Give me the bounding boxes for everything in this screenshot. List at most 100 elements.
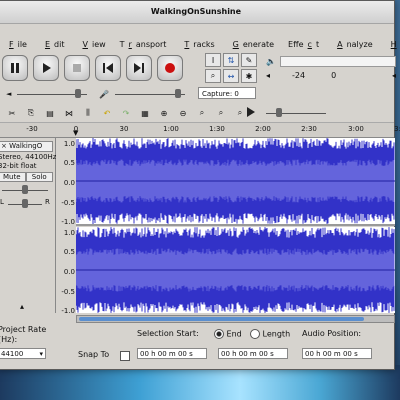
track-control-panel: × WalkingO Stereo, 44100Hz 32-bit float … (0, 138, 56, 313)
selection-end-field[interactable]: 00 h 00 m 00 s (218, 348, 288, 359)
scroll-thumb[interactable] (79, 317, 365, 321)
transport-toolbar (2, 55, 183, 81)
zoom-in-button[interactable]: ⊕ (156, 106, 172, 120)
zoom-tool[interactable]: ⌕ (205, 69, 221, 83)
multi-tool[interactable]: ✱ (241, 69, 257, 83)
waveform-area[interactable] (76, 138, 395, 313)
snap-to-checkbox[interactable] (120, 351, 130, 361)
play-speed-slider[interactable] (266, 108, 326, 117)
speaker-icon: 🔈 (266, 57, 276, 66)
menu-item-3[interactable]: Tr ansport (113, 40, 174, 49)
sync-lock-icon: ▦ (141, 108, 149, 118)
skip-to-end-button[interactable] (126, 55, 152, 81)
meter-toolbar: 🔈 ◂ -24 0 ◂ (266, 55, 396, 83)
collapse-icon[interactable]: ▴ (20, 302, 24, 311)
amplitude-label: 0.0 (63, 179, 75, 187)
pan-left-label: L (0, 198, 4, 206)
capture-select[interactable]: Capture: 0 (198, 87, 256, 99)
fit-project-button[interactable]: ⌕ (213, 106, 229, 120)
desktop-taskbar-glow (0, 365, 400, 400)
menu-item-8[interactable]: Help (380, 40, 400, 49)
draw-tool[interactable]: ✎ (241, 53, 257, 67)
skip-end-icon (134, 63, 144, 73)
ruler-tick-label: 1:00 (163, 125, 179, 133)
fit-selection-icon: ⌕ (199, 108, 205, 117)
track-name-menu[interactable]: × WalkingO (0, 141, 53, 152)
stop-button[interactable] (64, 55, 90, 81)
asterisk-icon: ✱ (245, 71, 253, 81)
input-volume-slider[interactable] (115, 89, 186, 98)
length-radio[interactable] (250, 329, 260, 339)
sync-lock-button[interactable]: ▦ (137, 106, 153, 120)
copy-icon: ⎘ (27, 108, 35, 117)
pencil-icon: ✎ (245, 55, 253, 65)
skip-to-start-button[interactable] (95, 55, 121, 81)
menu-item-5[interactable]: Generate (222, 40, 281, 49)
menu-item-0[interactable]: File (0, 40, 34, 49)
track-gain-slider[interactable] (2, 185, 48, 194)
silence-button[interactable]: ⫼ (80, 106, 96, 120)
output-volume-slider[interactable] (17, 89, 88, 98)
redo-button[interactable]: ↷ (118, 106, 134, 120)
selection-start-field[interactable]: 00 h 00 m 00 s (137, 348, 207, 359)
amplitude-label: 0.5 (63, 248, 75, 256)
menu-item-2[interactable]: View (71, 40, 112, 49)
cut-button[interactable]: ✂ (4, 106, 20, 120)
zoom-toggle-icon: ⌕ (237, 108, 243, 117)
close-icon: × (1, 142, 7, 150)
project-rate-select[interactable]: 44100 ▾ (0, 348, 46, 359)
track-bitdepth: 32-bit float (0, 162, 37, 170)
menu-item-7[interactable]: Analyze (326, 40, 380, 49)
track-name: WalkingO (9, 142, 43, 150)
end-radio[interactable] (214, 329, 224, 339)
envelope-tool[interactable]: ⇅ (223, 53, 239, 67)
horizontal-scrollbar[interactable] (76, 315, 395, 323)
amplitude-label: 0.0 (63, 268, 75, 276)
paste-button[interactable]: ▤ (42, 106, 58, 120)
undo-button[interactable]: ↶ (99, 106, 115, 120)
play-icon (247, 107, 255, 117)
fit-selection-button[interactable]: ⌕ (194, 106, 210, 120)
mic-icon: 🎤 (99, 89, 110, 99)
waveform-right-channel[interactable] (76, 227, 395, 313)
length-radio-group: Length (250, 329, 290, 339)
record-meter[interactable]: ◂ -24 0 ◂ (266, 69, 396, 82)
record-button[interactable] (157, 55, 183, 81)
trim-button[interactable]: ⋈ (61, 106, 77, 120)
meter-db-right: 0 (331, 71, 337, 80)
ruler-tick-label: 30 (119, 125, 129, 133)
paste-icon: ▤ (46, 108, 54, 118)
zoom-out-icon: ⊖ (179, 108, 187, 118)
timeshift-tool[interactable]: ↔ (223, 69, 239, 83)
menu-item-6[interactable]: Effe c t (281, 40, 326, 49)
audio-position-label: Audio Position: (302, 329, 362, 338)
scissors-icon: ✂ (8, 108, 16, 118)
track-pan-slider[interactable] (8, 199, 42, 208)
solo-button[interactable]: Solo (25, 172, 53, 182)
record-icon (165, 63, 175, 73)
playback-meter[interactable]: 🔈 (266, 55, 396, 68)
audio-position-field[interactable]: 00 h 00 m 00 s (302, 348, 372, 359)
selection-tool[interactable]: I (205, 53, 221, 67)
timeline-ruler[interactable]: -300301:001:302:002:303:003:30▼ (0, 122, 400, 138)
amplitude-label: 1.0 (63, 229, 75, 237)
dropdown-arrow-icon: ▾ (39, 350, 43, 358)
menu-item-4[interactable]: Tracks (173, 40, 221, 49)
copy-button[interactable]: ⎘ (23, 106, 39, 120)
zoom-out-button[interactable]: ⊖ (175, 106, 191, 120)
mixer-toolbar: ◄ 🎤 (0, 87, 394, 101)
volume-icon: ◄ (6, 90, 12, 98)
ruler-tick-label: 1:30 (209, 125, 225, 133)
selection-toolbar: Project Rate (Hz): 44100▾ Selection Star… (0, 325, 394, 369)
waveform-left-channel[interactable] (76, 138, 395, 226)
ruler-tick-label: 2:30 (301, 125, 317, 133)
mute-button[interactable]: Mute (0, 172, 26, 182)
play-at-speed-button[interactable] (243, 104, 259, 120)
menu-item-1[interactable]: Edit (34, 40, 72, 49)
pause-button[interactable] (2, 55, 28, 81)
amplitude-label: -1.0 (61, 218, 75, 226)
amplitude-label: -1.0 (61, 307, 75, 315)
project-rate-label-hz: (Hz): (0, 335, 18, 344)
ibeam-icon: I (211, 55, 215, 65)
play-button[interactable] (33, 55, 59, 81)
